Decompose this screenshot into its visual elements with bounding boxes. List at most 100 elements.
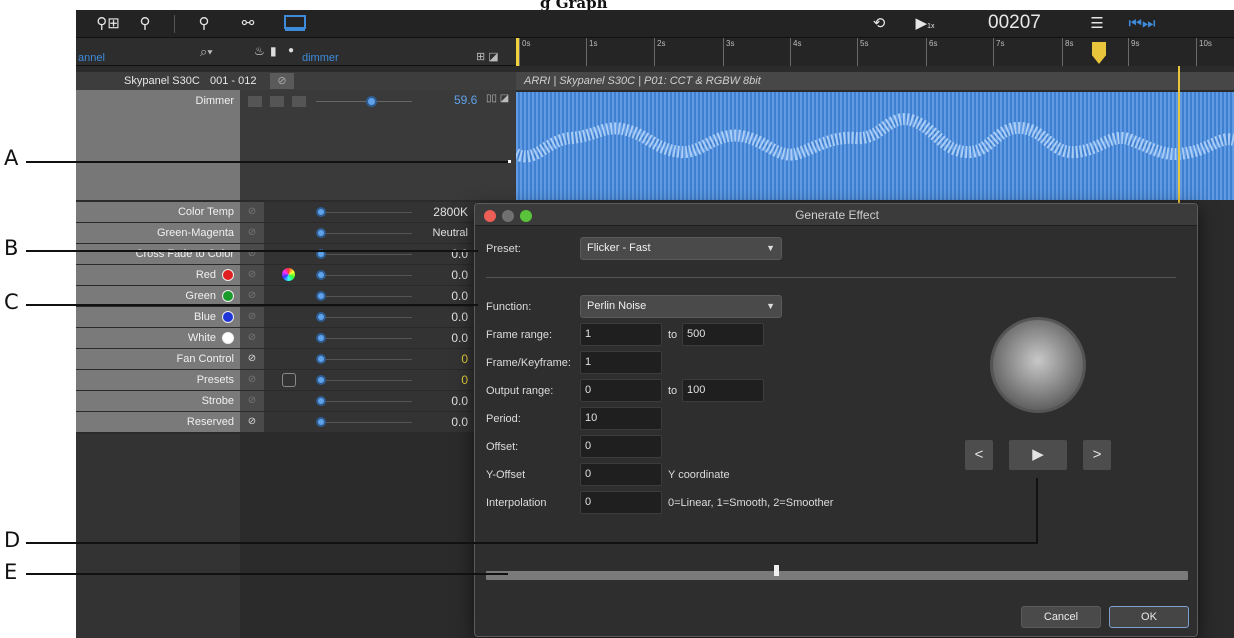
- visibility-icon[interactable]: ⊘: [240, 265, 264, 285]
- channel-search-label[interactable]: annel: [78, 52, 105, 64]
- channel-row-cross-fade[interactable]: Cross Fade to Color ⊘ 0.0: [76, 244, 476, 265]
- monitor-icon[interactable]: [282, 14, 308, 34]
- channel-row-strobe[interactable]: Strobe ⊘ 0.0: [76, 391, 476, 412]
- output-range-from-input[interactable]: 0: [580, 379, 662, 402]
- fixture-blue-icon[interactable]: ⚲: [192, 14, 216, 34]
- visibility-icon[interactable]: ⊘: [240, 202, 264, 222]
- channel-row-presets[interactable]: Presets ⊘ 0: [76, 370, 476, 391]
- channel-row-blue[interactable]: Blue ⊘ 0.0: [76, 307, 476, 328]
- channel-slider-track[interactable]: [316, 422, 412, 423]
- channel-slider-knob[interactable]: [316, 291, 326, 301]
- channel-slider-knob[interactable]: [316, 312, 326, 322]
- visibility-icon[interactable]: ⊘: [270, 73, 294, 89]
- fixture-patch-icon[interactable]: ⚲: [134, 14, 156, 34]
- channel-row-color-temp[interactable]: Color Temp ⊘ 2800K: [76, 202, 476, 223]
- frame-counter[interactable]: 00207: [988, 12, 1041, 34]
- channel-slider-knob[interactable]: [316, 354, 326, 364]
- channel-slider-track[interactable]: [316, 338, 412, 339]
- channel-slider-track[interactable]: [316, 317, 412, 318]
- channel-row-reserved[interactable]: Reserved ⊘ 0.0: [76, 412, 476, 433]
- keyframe-box-icon[interactable]: [292, 96, 306, 107]
- channel-value[interactable]: 0: [461, 349, 468, 369]
- visibility-icon[interactable]: ⊘: [240, 391, 264, 411]
- channel-slider-track[interactable]: [316, 275, 412, 276]
- visibility-icon[interactable]: ⊘: [240, 307, 264, 327]
- channel-value[interactable]: 0.0: [451, 391, 468, 411]
- channel-slider-track[interactable]: [316, 401, 412, 402]
- ok-button[interactable]: OK: [1109, 606, 1189, 628]
- interpolation-input[interactable]: 0: [580, 491, 662, 514]
- visibility-icon[interactable]: ⊘: [240, 349, 264, 369]
- previous-button[interactable]: <: [965, 440, 993, 470]
- period-input[interactable]: 10: [580, 407, 662, 430]
- play-speed-icon[interactable]: ▶1x: [910, 14, 940, 34]
- play-button[interactable]: ▶: [1009, 440, 1067, 470]
- channel-slider-track[interactable]: [316, 296, 412, 297]
- zoom-window-icon[interactable]: [520, 210, 532, 222]
- channel-value[interactable]: 0.0: [451, 328, 468, 348]
- keyframe-box-icon[interactable]: [248, 96, 262, 107]
- channel-slider-track[interactable]: [316, 359, 412, 360]
- offset-input[interactable]: 0: [580, 435, 662, 458]
- channel-slider-knob[interactable]: [316, 207, 326, 217]
- effect-timeline-slider[interactable]: [486, 571, 1188, 580]
- preset-checkbox[interactable]: [282, 373, 296, 387]
- channel-slider-knob[interactable]: [316, 396, 326, 406]
- channel-value[interactable]: 0.0: [451, 286, 468, 306]
- loop-icon[interactable]: ⟲: [866, 14, 892, 34]
- dimmer-slider-knob[interactable]: [366, 96, 377, 107]
- color-wheel-icon[interactable]: [282, 268, 295, 281]
- timeline-handle[interactable]: [774, 565, 779, 576]
- dimmer-filter-label[interactable]: dimmer: [302, 52, 339, 64]
- channel-value[interactable]: 0.0: [451, 412, 468, 432]
- frame-range-from-input[interactable]: 1: [580, 323, 662, 346]
- visibility-icon[interactable]: ⊘: [240, 328, 264, 348]
- frame-range-to-input[interactable]: 500: [682, 323, 764, 346]
- channel-slider-knob[interactable]: [316, 417, 326, 427]
- y-offset-input[interactable]: 0: [580, 463, 662, 486]
- output-range-to-input[interactable]: 100: [682, 379, 764, 402]
- channel-slider-knob[interactable]: [316, 333, 326, 343]
- dot-icon[interactable]: ●: [288, 45, 294, 56]
- channel-value[interactable]: 0.0: [451, 244, 468, 264]
- graph-toggle-icon[interactable]: ▯▯ ◪: [486, 93, 509, 104]
- preset-select[interactable]: Flicker - Fast ▼: [580, 237, 782, 260]
- cancel-button[interactable]: Cancel: [1021, 606, 1101, 628]
- channel-value[interactable]: 0.0: [451, 265, 468, 285]
- visibility-icon[interactable]: ⊘: [240, 286, 264, 306]
- channel-value[interactable]: 0.0: [451, 307, 468, 327]
- channel-slider-track[interactable]: [316, 212, 412, 213]
- channel-slider-track[interactable]: [316, 254, 412, 255]
- marker-nav-icon[interactable]: ⏮⏭: [1122, 14, 1162, 34]
- channel-slider-knob[interactable]: [316, 228, 326, 238]
- channel-value[interactable]: Neutral: [433, 223, 468, 243]
- dimmer-slider-track[interactable]: [316, 101, 412, 102]
- channel-row-white[interactable]: White ⊘ 0.0: [76, 328, 476, 349]
- channel-row-red[interactable]: Red ⊘ 0.0: [76, 265, 476, 286]
- keyframe-box-icon[interactable]: [270, 96, 284, 107]
- visibility-icon[interactable]: ⊘: [240, 244, 264, 264]
- frame-per-keyframe-input[interactable]: 1: [580, 351, 662, 374]
- dimmer-waveform[interactable]: [516, 92, 1234, 200]
- search-icon[interactable]: ⌕▾: [200, 44, 213, 60]
- minimize-window-icon[interactable]: [502, 210, 514, 222]
- channel-slider-knob[interactable]: [316, 375, 326, 385]
- list-view-icon[interactable]: ☰: [1086, 14, 1108, 34]
- visibility-icon[interactable]: ⊘: [240, 370, 264, 390]
- channel-row-green-magenta[interactable]: Green-Magenta ⊘ Neutral: [76, 223, 476, 244]
- group-fixtures-icon[interactable]: ⚲⊞: [96, 14, 120, 34]
- channel-row-fan-control[interactable]: Fan Control ⊘ 0: [76, 349, 476, 370]
- time-ruler[interactable]: 0s 1s 2s 3s 4s 5s 6s 7s 8s 9s 10s: [516, 38, 1234, 66]
- visibility-icon[interactable]: ⊘: [240, 412, 264, 432]
- eye-tool-icon[interactable]: ⚯: [236, 14, 260, 34]
- visibility-icon[interactable]: ⊘: [240, 223, 264, 243]
- channel-value[interactable]: 2800K: [433, 202, 468, 222]
- dimmer-value[interactable]: 59.6: [454, 93, 477, 107]
- device-icon[interactable]: ▮: [270, 44, 277, 58]
- channel-value[interactable]: 0: [461, 370, 468, 390]
- lamp-icon[interactable]: ♨: [254, 44, 265, 58]
- channel-slider-track[interactable]: [316, 233, 412, 234]
- channel-slider-track[interactable]: [316, 380, 412, 381]
- next-button[interactable]: >: [1083, 440, 1111, 470]
- close-window-icon[interactable]: [484, 210, 496, 222]
